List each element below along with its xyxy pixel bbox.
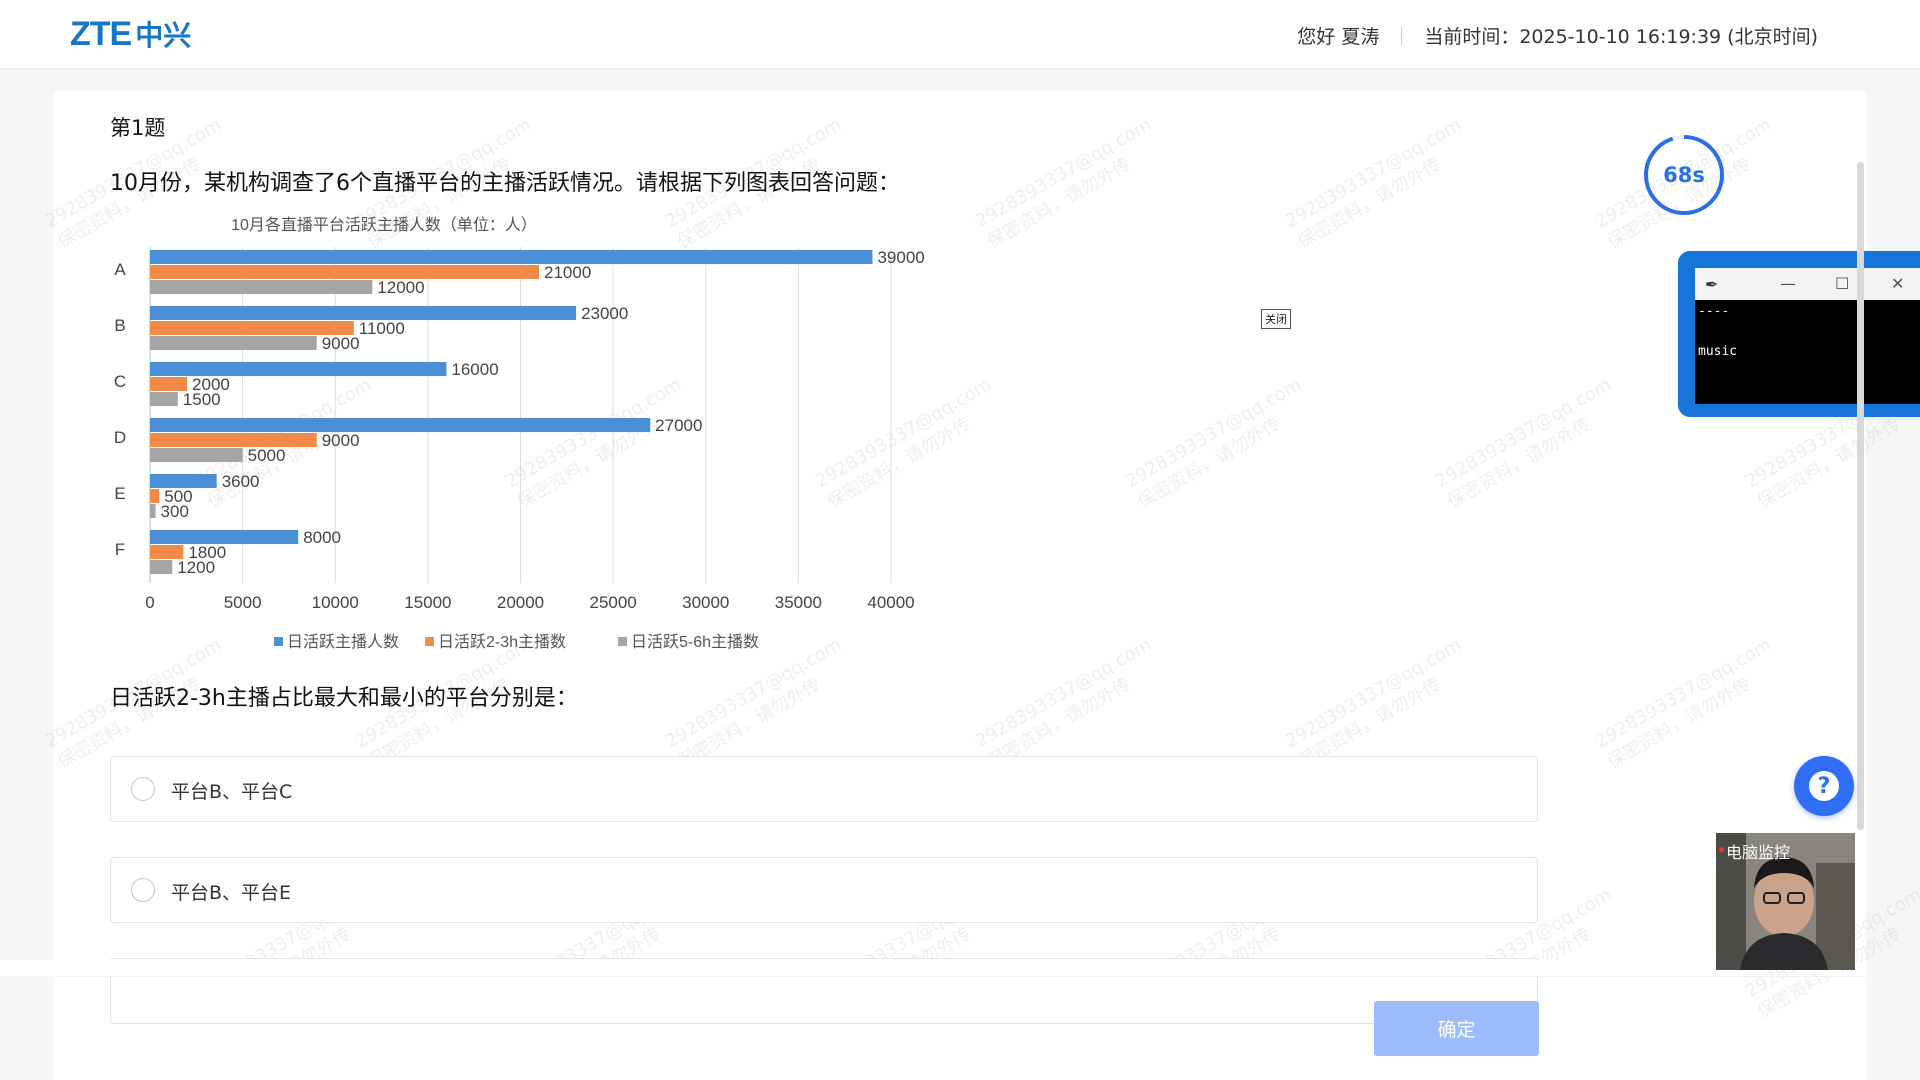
data-label: 9000 (322, 431, 360, 450)
webcam-label: 电脑监控 (1726, 843, 1791, 862)
data-label: 5000 (248, 446, 286, 465)
data-label: 39000 (877, 248, 924, 267)
brand-cn: 中兴 (135, 19, 192, 52)
x-tick-label: 15000 (404, 593, 451, 612)
x-tick-label: 5000 (224, 593, 262, 612)
bar (150, 545, 184, 559)
x-tick-label: 25000 (589, 593, 636, 612)
x-tick-label: 35000 (775, 593, 822, 612)
brand-latin: ZTE (70, 14, 132, 53)
user-greeting: 您好 夏涛 (1297, 26, 1380, 48)
x-tick-label: 30000 (682, 593, 729, 612)
x-tick-label: 0 (145, 593, 154, 612)
timer-value: 68s (1663, 163, 1705, 187)
bar (150, 418, 651, 432)
option-radio[interactable] (131, 878, 155, 902)
header-info: 您好 夏涛 当前时间：2025-10-10 16:19:39 (北京时间) (1297, 22, 1818, 49)
bar (150, 321, 354, 335)
terminal-line: ---- (1698, 304, 1730, 319)
data-label: 300 (161, 502, 189, 521)
category-label: C (114, 372, 126, 391)
legend-swatch (274, 637, 283, 646)
data-label: 12000 (377, 278, 424, 297)
category-label: A (114, 260, 126, 279)
data-label: 3600 (222, 472, 260, 491)
option-label: 平台B、平台E (171, 882, 292, 904)
terminal-window[interactable]: ✒ — ☐ ✕ ---- music (1678, 251, 1920, 417)
category-label: E (114, 484, 125, 503)
close-button[interactable]: 关闭 (1261, 309, 1291, 329)
chart-title: 10月各直播平台活跃主播人数（单位：人） (231, 216, 537, 234)
bar (150, 377, 188, 391)
question-stem: 10月份，某机构调查了6个直播平台的主播活跃情况。请根据下列图表回答问题： (110, 171, 900, 196)
option-label: 平台B、平台C (171, 781, 293, 803)
bar (150, 474, 217, 488)
close-window-icon[interactable]: ✕ (1891, 274, 1904, 293)
option-b[interactable]: 平台B、平台E (110, 857, 1538, 923)
bar (150, 448, 243, 462)
minimize-icon[interactable]: — (1780, 274, 1796, 293)
bar (150, 336, 317, 350)
data-label: 8000 (303, 528, 341, 547)
scroll-clip (0, 960, 1600, 976)
recording-dot (1719, 847, 1724, 852)
footer-divider (54, 976, 1866, 977)
bar (150, 250, 873, 264)
question-number: 第1题 (110, 116, 166, 140)
x-tick-label: 40000 (867, 593, 914, 612)
bar (150, 362, 447, 376)
header-divider (1401, 25, 1403, 46)
data-label: 1200 (177, 558, 215, 577)
option-a[interactable]: 平台B、平台C (110, 756, 1538, 822)
option-radio[interactable] (131, 777, 155, 801)
bar (150, 530, 299, 544)
data-label: 1500 (183, 390, 221, 409)
data-label: 21000 (544, 263, 591, 282)
category-label: B (114, 316, 125, 335)
bar (150, 392, 178, 406)
terminal-line: music (1698, 344, 1738, 359)
x-tick-label: 10000 (312, 593, 359, 612)
feather-icon: ✒ (1705, 275, 1719, 294)
data-label: 9000 (322, 334, 360, 353)
terminal-body: ✒ — ☐ ✕ ---- music (1695, 268, 1920, 404)
legend-swatch (425, 637, 434, 646)
category-label: D (114, 428, 126, 447)
bar (150, 265, 540, 279)
current-time: 当前时间：2025-10-10 16:19:39 (北京时间) (1424, 26, 1818, 48)
bar (150, 489, 160, 503)
category-label: F (115, 540, 125, 559)
question-mark-icon: ? (1809, 771, 1839, 801)
bar (150, 306, 577, 320)
top-bar: ZTE 中兴 您好 夏涛 当前时间：2025-10-10 16:19:39 (北… (0, 0, 1920, 68)
bar (150, 560, 173, 574)
countdown-timer: 68s (1642, 133, 1726, 217)
bar-chart: 10月各直播平台活跃主播人数（单位：人） 0 5000 10000 15000 2000… (114, 216, 925, 651)
x-tick-label: 20000 (497, 593, 544, 612)
help-button[interactable]: ? (1794, 756, 1854, 816)
legend-label: 日活跃2-3h主播数 (438, 633, 566, 651)
confirm-button[interactable]: 确定 (1374, 1001, 1539, 1056)
legend-label: 日活跃5-6h主播数 (631, 633, 759, 651)
data-label: 27000 (655, 416, 702, 435)
question-ask: 日活跃2-3h主播占比最大和最小的平台分别是： (110, 686, 578, 711)
bar (150, 433, 317, 447)
zte-logo: ZTE 中兴 (70, 14, 191, 54)
data-label: 23000 (581, 304, 628, 323)
webcam-preview: 电脑监控 (1716, 833, 1855, 970)
legend-swatch (618, 637, 627, 646)
scrollbar[interactable] (1857, 162, 1864, 830)
maximize-icon[interactable]: ☐ (1835, 274, 1849, 293)
data-label: 16000 (451, 360, 498, 379)
terminal-output: ---- music (1695, 302, 1740, 362)
bar (150, 504, 156, 518)
bar (150, 280, 373, 294)
terminal-titlebar[interactable]: ✒ — ☐ ✕ (1695, 268, 1920, 300)
data-label: 11000 (359, 319, 405, 338)
legend-label: 日活跃主播人数 (287, 633, 399, 651)
